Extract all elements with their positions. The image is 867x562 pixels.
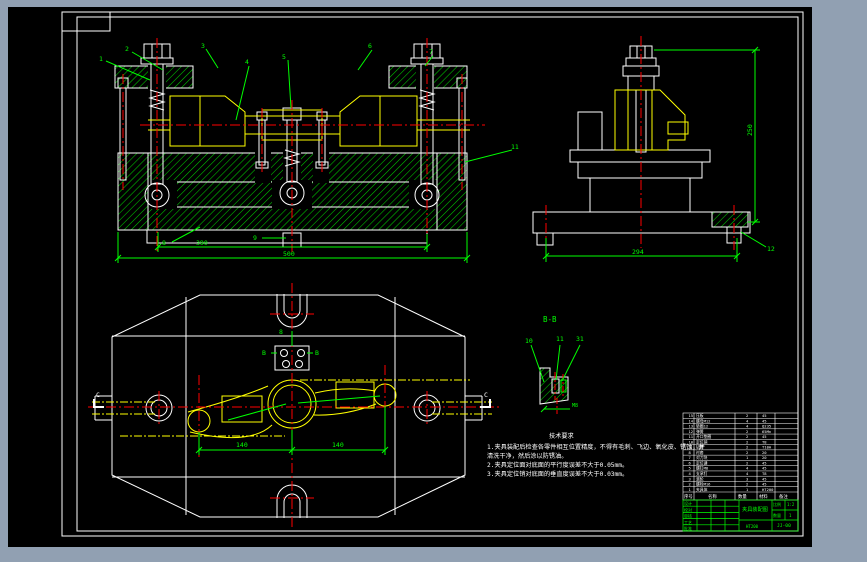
bom-cell: 45 bbox=[762, 466, 767, 471]
bom-cell: 对刀块 bbox=[696, 455, 708, 460]
balloon: 11 bbox=[556, 335, 564, 343]
notes-title: 技术要求 bbox=[549, 432, 574, 440]
bom-cell: 14 bbox=[689, 418, 694, 423]
balloon: 3 bbox=[201, 42, 205, 50]
balloon: 8 bbox=[162, 239, 166, 247]
bom-header: 数量 bbox=[738, 493, 747, 500]
bom-cell: 2 bbox=[746, 413, 748, 418]
bom-cell: 45 bbox=[762, 460, 767, 465]
dim-left-span: 140 bbox=[236, 441, 248, 449]
bom-header: 名称 bbox=[708, 493, 717, 500]
bom-cell: T8 bbox=[762, 439, 767, 444]
bom-cell: T10A bbox=[762, 445, 772, 450]
bom-cell: 7 bbox=[689, 455, 691, 460]
bom-cell: 10 bbox=[689, 439, 694, 444]
bom-cell: 5 bbox=[689, 466, 691, 471]
tb-scale-label: 比例 bbox=[773, 501, 781, 507]
balloon: 31 bbox=[576, 335, 584, 343]
bom-cell: 衬套 bbox=[696, 450, 704, 455]
tb-drawing-no: JJ-00 bbox=[777, 523, 791, 529]
tb-scale-value: 1:2 bbox=[787, 502, 795, 507]
balloon: 1 bbox=[99, 55, 103, 63]
balloon: 4 bbox=[245, 58, 249, 66]
bom-cell: 2 bbox=[746, 482, 748, 487]
dim-right-span: 140 bbox=[332, 441, 344, 449]
bom-cell: 滚轮 bbox=[696, 476, 704, 481]
bom-cell: 12 bbox=[689, 429, 694, 434]
dim-overall-width: 500 bbox=[283, 250, 295, 258]
detail-thread-callout: M8 bbox=[572, 403, 578, 409]
bom-cell: 开口垫圈 bbox=[696, 434, 711, 439]
notes-line: 3.夹具定位销对底面的垂直度误差不大于0.03mm。 bbox=[487, 470, 628, 478]
bom-cell: 螺钉M8 bbox=[696, 466, 709, 471]
bom-cell: 2 bbox=[746, 434, 748, 439]
bom-cell: 3 bbox=[746, 476, 748, 481]
tb-qty-label: 数量 bbox=[773, 512, 781, 518]
tb-material: HT200 bbox=[746, 524, 759, 529]
bom-cell: 13 bbox=[689, 424, 694, 429]
balloon: 5 bbox=[282, 53, 286, 61]
balloon: 7 bbox=[429, 48, 433, 56]
balloon: 2 bbox=[125, 45, 129, 53]
bom-cell: 定位键 bbox=[696, 460, 708, 465]
tb-row: 设计 bbox=[684, 500, 692, 506]
bom-cell: 夹具体 bbox=[696, 487, 708, 492]
cad-viewport[interactable]: 390 500 1 2 3 4 5 6 7 8 9 11 294 250 12 … bbox=[0, 0, 867, 562]
notes-line: 2.夹具定位面对底面的平行度误差不大于0.05mm。 bbox=[487, 461, 628, 469]
bom-cell: 螺母M12 bbox=[696, 418, 710, 423]
bom-cell: 定位销 bbox=[696, 439, 708, 444]
dim-base-width: 294 bbox=[632, 248, 644, 256]
bom-cell: 15 bbox=[689, 413, 694, 418]
dim-inner-width: 390 bbox=[196, 239, 208, 247]
bom-cell: 2 bbox=[689, 482, 691, 487]
bom-cell: 螺栓M16 bbox=[696, 482, 711, 487]
bom-cell: 压板 bbox=[696, 413, 704, 418]
bom-cell: 3 bbox=[689, 476, 691, 481]
dim-overall-height: 250 bbox=[746, 124, 754, 136]
balloon: 6 bbox=[368, 42, 372, 50]
bom-cell: 11 bbox=[689, 434, 694, 439]
bom-cell: 2 bbox=[746, 460, 748, 465]
bom-cell: 弹簧 bbox=[696, 429, 704, 434]
bom-cell: 2 bbox=[746, 450, 748, 455]
cad-window: 390 500 1 2 3 4 5 6 7 8 9 11 294 250 12 … bbox=[0, 0, 867, 562]
detail-title: B-B bbox=[543, 315, 557, 324]
balloon: 9 bbox=[253, 234, 257, 242]
balloon: 11 bbox=[511, 143, 519, 151]
bom-cell: 2 bbox=[746, 429, 748, 434]
section-arrow-b-left: B bbox=[262, 349, 266, 357]
bom-cell: Q235 bbox=[762, 424, 771, 429]
dim-slot: 8 bbox=[279, 328, 283, 336]
balloon: 12 bbox=[767, 245, 775, 253]
bom-cell: 65Mn bbox=[762, 429, 771, 434]
notes-line: 1.夹具装配后检查各零件相互位置精度，不得有毛刺、飞边、氧化皮、锈蚀，并 bbox=[487, 443, 705, 451]
tb-row: 批准 bbox=[684, 525, 692, 531]
tb-drawing-title: 夹具装配图 bbox=[742, 505, 768, 513]
bom-cell: 20 bbox=[762, 450, 767, 455]
bom-cell: 45 bbox=[762, 418, 767, 423]
balloon: 10 bbox=[525, 337, 533, 345]
section-marker-c-left: C bbox=[96, 391, 100, 399]
bom-cell: 20 bbox=[762, 455, 767, 460]
bom-cell: 钻套 bbox=[696, 445, 704, 450]
bom-cell: 支承钉 bbox=[696, 471, 708, 476]
bom-cell: 2 bbox=[746, 445, 748, 450]
tb-row: 审核 bbox=[684, 513, 692, 519]
tb-row: 工艺 bbox=[684, 520, 692, 525]
bom-cell: 45 bbox=[762, 413, 767, 418]
tb-row: 校对 bbox=[684, 507, 692, 513]
section-arrow-b-right: B bbox=[315, 349, 319, 357]
notes-line: 清洗干净，然后涂以防锈油。 bbox=[487, 452, 567, 460]
bom-header: 备注 bbox=[779, 493, 788, 500]
bom-cell: 垫圈12 bbox=[696, 424, 708, 429]
bom-cell: 45 bbox=[762, 482, 767, 487]
bom-cell: T8 bbox=[762, 471, 767, 476]
bom-cell: 45 bbox=[762, 476, 767, 481]
bom-header: 材料 bbox=[759, 493, 768, 500]
bom-cell: HT200 bbox=[762, 487, 774, 492]
bom-cell: 45 bbox=[762, 434, 767, 439]
section-marker-c-right: C bbox=[484, 391, 488, 399]
bom-cell: 2 bbox=[746, 439, 748, 444]
bom-header: 序号 bbox=[684, 493, 693, 500]
